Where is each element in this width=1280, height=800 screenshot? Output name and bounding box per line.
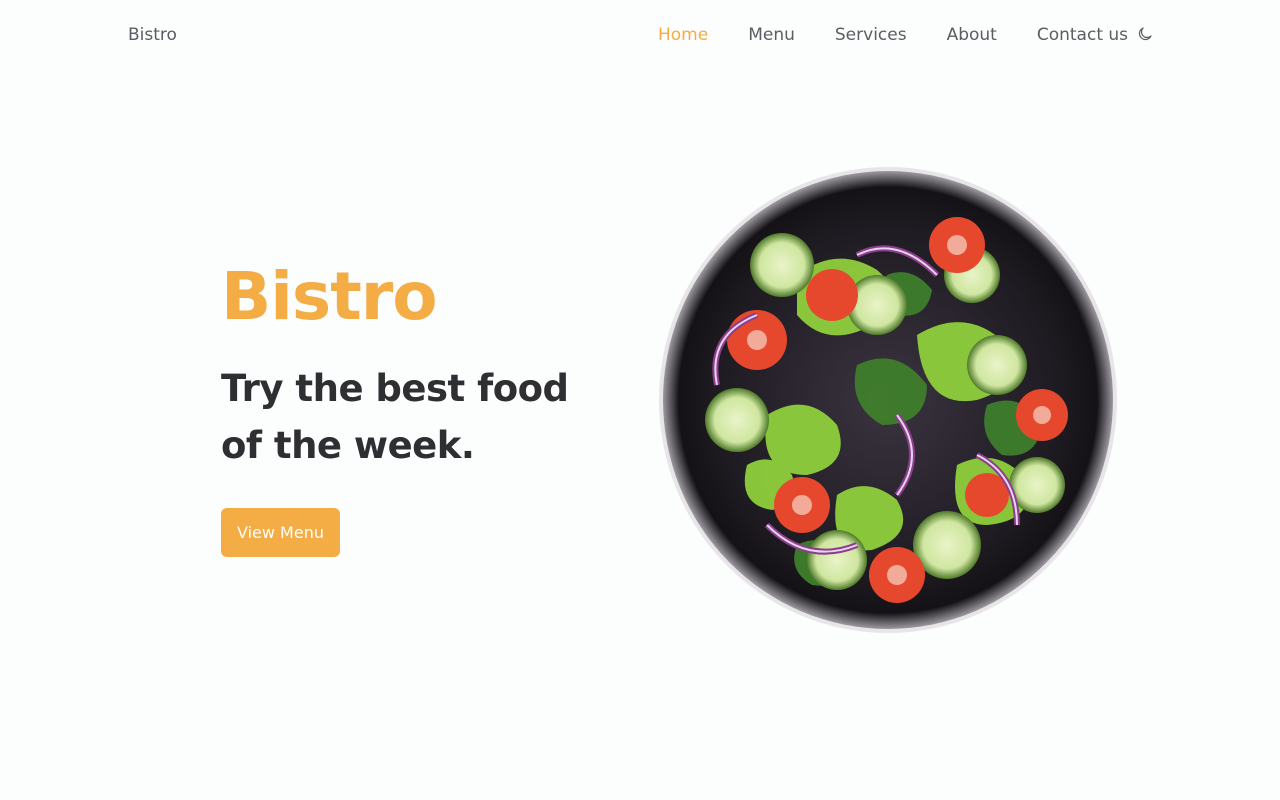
nav-link-home[interactable]: Home	[658, 25, 708, 45]
nav-link-about[interactable]: About	[947, 25, 997, 45]
nav-link-contact-us[interactable]: Contact us	[1037, 25, 1128, 45]
hero-subtitle: Try the best food of the week.	[221, 367, 569, 467]
moon-icon[interactable]	[1136, 25, 1154, 43]
view-menu-button[interactable]: View Menu	[221, 508, 340, 557]
brand-logo-link[interactable]: Bistro	[128, 25, 177, 45]
hero-title: Bistro	[221, 258, 438, 335]
page: Bistro Home Menu Services About Contact …	[0, 0, 1280, 800]
main-nav: Home Menu Services About Contact us	[658, 25, 1128, 45]
nav-link-menu[interactable]: Menu	[748, 25, 795, 45]
salad-plate-image	[657, 165, 1119, 635]
hero-section: Bistro Try the best food of the week. Vi…	[221, 256, 601, 557]
header: Bistro Home Menu Services About Contact …	[0, 0, 1280, 72]
nav-link-services[interactable]: Services	[835, 25, 907, 45]
